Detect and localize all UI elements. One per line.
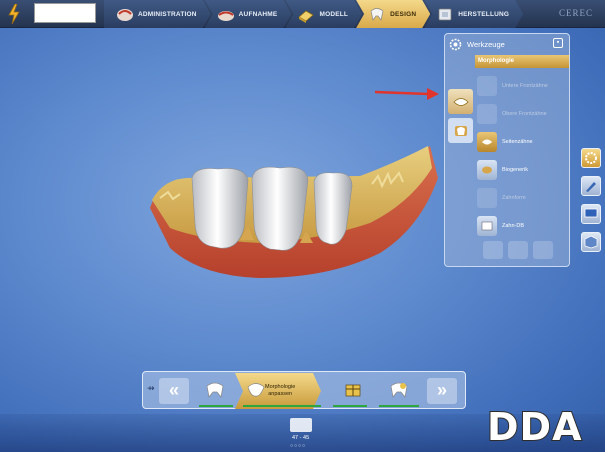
scan-icon xyxy=(217,5,235,23)
posteriors-icon xyxy=(477,131,497,152)
previous-step-button[interactable]: « xyxy=(159,378,189,404)
tools-panel: Werkzeuge ▪ Morphologie Untere Frontzähn… xyxy=(444,33,570,267)
settings-button[interactable] xyxy=(581,148,601,168)
patient-name-field[interactable] xyxy=(34,3,96,23)
tooth-finish-icon xyxy=(390,382,408,398)
redo-icon[interactable] xyxy=(508,241,528,259)
workflow-steps: ADMINISTRATION AUFNAHME MODELL DESIGN HE… xyxy=(104,0,517,28)
pen-icon xyxy=(586,182,596,192)
progress-indicator xyxy=(243,405,321,407)
crown-tool-icon xyxy=(454,125,467,136)
step-finish[interactable] xyxy=(383,375,415,405)
cube-icon xyxy=(584,235,598,249)
step-herstellung[interactable]: HERSTELLUNG xyxy=(424,0,523,28)
active-step-line1: Morphologie xyxy=(265,384,296,390)
section-morphologie: Morphologie xyxy=(475,55,569,68)
step-modell[interactable]: MODELL xyxy=(285,0,362,28)
side-tab-morphology[interactable] xyxy=(448,89,473,114)
step-label: MODELL xyxy=(319,10,349,18)
step-contacts[interactable] xyxy=(337,375,369,405)
tool-label: Obere Frontzähne xyxy=(502,110,547,117)
watermark-logo: DDA xyxy=(486,404,583,450)
tooth-db-icon xyxy=(477,215,497,236)
administration-icon xyxy=(116,5,134,23)
pagination-dots: ○○○○ xyxy=(290,443,307,449)
gear-icon xyxy=(585,152,597,164)
undo-icon[interactable] xyxy=(483,241,503,259)
tool-upper-anteriors[interactable]: Obere Frontzähne xyxy=(475,100,567,127)
crown-46 xyxy=(251,166,309,251)
menu-lightning-icon[interactable] xyxy=(3,3,25,25)
active-step-line2: anpassen xyxy=(268,391,293,397)
tool-posteriors[interactable]: Seitenzähne xyxy=(475,128,567,155)
side-tab-crown-tools[interactable] xyxy=(448,118,473,143)
step-adjust-morphology[interactable]: Morphologie anpassen xyxy=(235,373,321,409)
step-label: DESIGN xyxy=(390,10,417,18)
tool-biogenerik[interactable]: Biogenerik xyxy=(475,156,567,183)
morphology-tooth-icon xyxy=(245,379,267,399)
tool-tooth-db[interactable]: Zahn-DB xyxy=(475,212,567,239)
tool-list: Untere Frontzähne Obere Frontzähne Seite… xyxy=(475,72,567,240)
model-icon xyxy=(297,5,315,23)
tools-panel-header: Werkzeuge xyxy=(445,34,569,54)
milling-icon xyxy=(436,5,454,23)
step-administration[interactable]: ADMINISTRATION xyxy=(104,0,211,28)
tool-label: Seitenzähne xyxy=(502,138,533,145)
collapse-icon[interactable]: ⇸ xyxy=(147,383,157,397)
pen-tool-button[interactable] xyxy=(581,176,601,196)
step-tooth-setup[interactable] xyxy=(199,375,231,405)
gear-icon xyxy=(449,38,462,50)
step-design[interactable]: DESIGN xyxy=(356,0,430,28)
crown-47 xyxy=(191,168,249,249)
step-label: AUFNAHME xyxy=(238,10,278,18)
biogenerik-icon xyxy=(477,159,497,180)
step-label: ADMINISTRATION xyxy=(138,10,197,18)
step-label: HERSTELLUNG xyxy=(458,10,510,18)
screenshot-button[interactable] xyxy=(581,204,601,224)
morphology-icon xyxy=(452,97,469,106)
tooth-icon xyxy=(206,382,224,398)
tooth-range-label: 47 - 45 xyxy=(292,435,310,441)
lower-anteriors-icon xyxy=(477,75,497,96)
tool-tooth-shape[interactable]: Zahnform xyxy=(475,184,567,211)
upper-anteriors-icon xyxy=(477,103,497,124)
top-toolbar: ADMINISTRATION AUFNAHME MODELL DESIGN HE… xyxy=(0,0,605,28)
annotation-arrow-icon xyxy=(374,88,439,100)
progress-indicator xyxy=(379,405,419,407)
tooth-shape-icon xyxy=(477,187,497,208)
progress-indicator xyxy=(199,405,233,407)
reset-icon[interactable] xyxy=(533,241,553,259)
tool-lower-anteriors[interactable]: Untere Frontzähne xyxy=(475,72,567,99)
progress-indicator xyxy=(333,405,367,407)
tool-label: Zahn-DB xyxy=(502,222,525,229)
view-cube-button[interactable] xyxy=(581,232,601,252)
panel-action-buttons xyxy=(483,241,553,259)
contacts-icon xyxy=(345,384,361,397)
next-step-button[interactable]: » xyxy=(427,378,457,404)
step-aufnahme[interactable]: AUFNAHME xyxy=(205,0,292,28)
tool-label: Untere Frontzähne xyxy=(502,82,548,89)
panel-close-icon[interactable]: ▪ xyxy=(553,38,563,48)
tool-label: Biogenerik xyxy=(502,166,528,173)
crown-restorations[interactable] xyxy=(191,166,353,251)
design-step-bar: ⇸ « Morphologie anpassen » xyxy=(142,371,466,409)
tools-panel-title: Werkzeuge xyxy=(467,39,505,49)
tooth-design-icon xyxy=(368,5,386,23)
monitor-icon xyxy=(584,208,598,218)
restoration-tab-icon[interactable] xyxy=(290,418,312,432)
tool-label: Zahnform xyxy=(502,194,526,201)
brand-logo: CEREC xyxy=(558,8,593,18)
